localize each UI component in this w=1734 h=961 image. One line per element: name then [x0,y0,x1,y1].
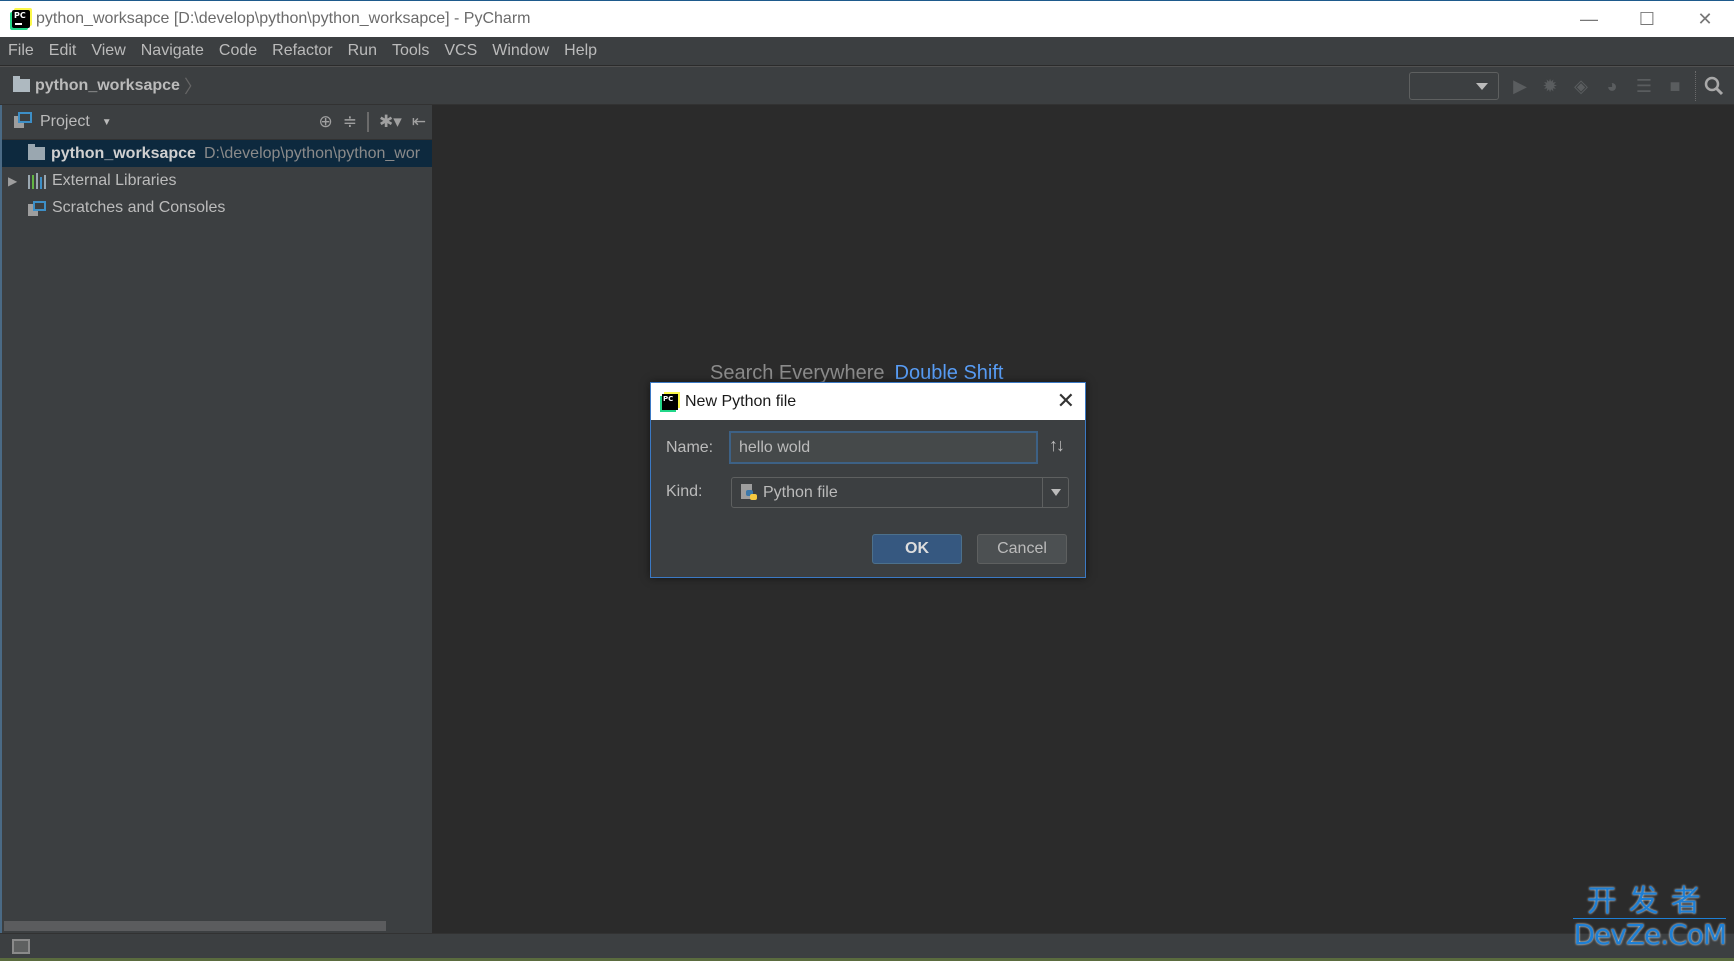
watermark: 开发者 DevZe.CoM [1573,886,1727,951]
chevron-down-icon[interactable]: ▼ [102,117,112,128]
run-configuration-select[interactable] [1409,72,1499,100]
menu-code[interactable]: Code [219,42,257,60]
dialog-title-bar: PC New Python file ✕ [651,383,1085,420]
maximize-button[interactable]: ☐ [1618,1,1676,38]
dropdown-arrow[interactable] [1042,478,1068,507]
close-window-button[interactable]: ✕ [1676,1,1734,38]
header-separator [366,112,369,132]
library-icon [28,172,46,189]
watermark-cn: 开发者 [1573,886,1726,919]
tree-item-scratches[interactable]: Scratches and Consoles [2,194,432,221]
tool-windows-toggle-icon[interactable] [12,939,30,954]
watermark-en: DevZe.CoM [1573,918,1727,951]
window-title-bar: PC python_worksapce [D:\develop\python\p… [0,0,1734,37]
tree-item-project-root[interactable]: python_worksapce D:\develop\python\pytho… [2,140,432,167]
profile-icon[interactable]: ◕ [1601,75,1623,97]
status-bar [0,933,1734,958]
gear-icon[interactable]: ✱▾ [379,112,402,132]
project-view-selector[interactable]: Project [40,113,90,131]
name-label: Name: [666,439,714,456]
menu-bar: File Edit View Navigate Code Refactor Ru… [0,37,1734,66]
tree-item-label: External Libraries [52,171,177,189]
pycharm-logo-icon: PC [662,393,678,410]
new-python-file-dialog: PC New Python file ✕ Name: ↑↓ Kind: Pyth… [650,382,1086,578]
chevron-down-icon [1050,489,1061,496]
sort-arrows-icon[interactable]: ↑↓ [1049,435,1065,456]
folder-icon [28,144,45,160]
name-input[interactable] [729,431,1038,464]
kind-select[interactable]: Python file [731,477,1069,508]
kind-value: Python file [763,483,838,501]
ok-button[interactable]: OK [872,534,962,564]
kind-label: Kind: [666,483,703,500]
hint-shortcut: Double Shift [894,362,1004,384]
minimize-button[interactable]: — [1560,1,1618,38]
chevron-down-icon [1476,83,1488,90]
menu-navigate[interactable]: Navigate [141,42,204,60]
close-icon[interactable]: ✕ [1057,389,1075,413]
hide-panel-icon[interactable]: ⇤ [412,112,426,132]
window-title: python_worksapce [D:\develop\python\pyth… [36,10,531,27]
project-tool-window: Project ▼ ⊕ ≑ ✱▾ ⇤ python_worksapce D:\d… [0,105,432,933]
navigation-bar: python_worksapce 〉 ▶ ✹ ◈ ◕ ☰ ■ [0,66,1734,105]
locate-file-icon[interactable]: ⊕ [318,112,332,132]
search-icon[interactable] [1703,75,1725,97]
pycharm-logo-icon: PC [12,10,30,28]
menu-window[interactable]: Window [492,42,549,60]
menu-run[interactable]: Run [348,42,377,60]
concurrency-icon[interactable]: ☰ [1633,75,1655,97]
menu-vcs[interactable]: VCS [444,42,477,60]
scratches-icon [28,200,46,216]
tree-item-external-libraries[interactable]: ▶ External Libraries [2,167,432,194]
tree-item-label: python_worksapce [51,144,196,162]
coverage-icon[interactable]: ◈ [1570,75,1592,97]
debug-icon[interactable]: ✹ [1539,75,1561,97]
horizontal-scrollbar[interactable] [4,921,386,931]
breadcrumb-separator-icon: 〉 [183,76,202,97]
menu-refactor[interactable]: Refactor [272,42,332,60]
project-view-icon [14,111,32,133]
stop-icon[interactable]: ■ [1664,75,1686,97]
project-panel-header: Project ▼ ⊕ ≑ ✱▾ ⇤ [2,105,432,140]
dialog-title: New Python file [685,392,797,410]
tree-item-label: Scratches and Consoles [52,198,226,216]
hint-action: Search Everywhere [710,362,885,384]
tree-item-path: D:\develop\python\python_wor [203,144,421,162]
menu-edit[interactable]: Edit [49,42,77,60]
menu-help[interactable]: Help [564,42,597,60]
collapse-all-icon[interactable]: ≑ [343,112,357,132]
cancel-button[interactable]: Cancel [977,534,1067,564]
breadcrumb-project[interactable]: python_worksapce [35,77,180,95]
run-icon[interactable]: ▶ [1509,75,1531,97]
python-file-icon [741,483,757,502]
menu-view[interactable]: View [91,42,125,60]
folder-icon [13,76,30,92]
expand-arrow-icon[interactable]: ▶ [8,174,20,188]
menu-tools[interactable]: Tools [392,42,429,60]
toolbar-separator [1695,71,1696,101]
menu-file[interactable]: File [8,42,34,60]
